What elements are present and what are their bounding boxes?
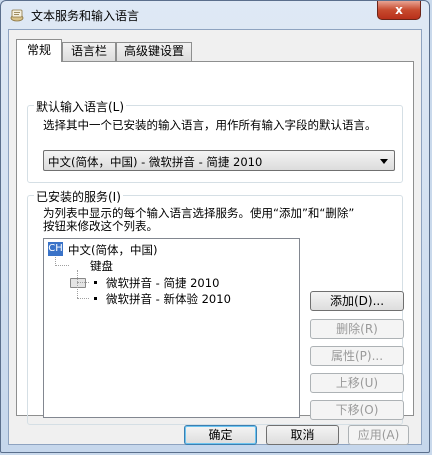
chevron-down-icon[interactable] xyxy=(380,159,388,164)
default-language-select[interactable]: 中文(简体，中国) - 微软拼音 - 简捷 2010 xyxy=(43,150,395,171)
ok-button[interactable]: 确定 xyxy=(184,425,257,445)
cancel-button[interactable]: 取消 xyxy=(266,425,339,445)
services-tree[interactable]: CH 中文(简体，中国) 键盘 微软拼音 - 简捷 2010 微软拼音 - 新体… xyxy=(43,238,300,418)
general-tab-panel: 默认输入语言(L) 选择其中一个已安装的输入语言，用作所有输入字段的默认语言。 … xyxy=(16,61,414,425)
tree-item-language[interactable]: CH 中文(简体，中国) xyxy=(44,239,294,259)
properties-button[interactable]: 属性(P)... xyxy=(310,346,404,366)
window-title: 文本服务和输入语言 xyxy=(31,9,140,23)
installed-services-label: 已安装的服务(I) xyxy=(34,188,123,205)
bullet-icon xyxy=(94,297,97,300)
tab-advanced-key-settings[interactable]: 高级键设置 xyxy=(116,42,192,61)
title-bar[interactable]: 文本服务和输入语言 x xyxy=(1,1,429,29)
tree-item-service[interactable]: 微软拼音 - 简捷 2010 xyxy=(44,275,294,291)
tab-general[interactable]: 常规 xyxy=(16,39,62,62)
default-language-group: 默认输入语言(L) xyxy=(27,98,403,183)
text-services-icon xyxy=(9,7,25,23)
tree-item-service-label: 微软拼音 - 新体验 2010 xyxy=(106,292,231,306)
add-button[interactable]: 添加(D)... xyxy=(310,291,404,311)
default-language-selected: 中文(简体，中国) - 微软拼音 - 简捷 2010 xyxy=(48,155,263,169)
tab-language-bar[interactable]: 语言栏 xyxy=(62,42,116,61)
close-icon: x xyxy=(395,3,403,17)
default-language-description: 选择其中一个已安装的输入语言，用作所有输入字段的默认语言。 xyxy=(43,118,377,132)
tree-item-language-label: 中文(简体，中国) xyxy=(68,243,158,257)
bullet-icon xyxy=(94,281,97,284)
tree-item-service[interactable]: 微软拼音 - 新体验 2010 xyxy=(44,291,294,307)
tree-item-category-label: 键盘 xyxy=(90,259,113,273)
close-button[interactable]: x xyxy=(377,1,421,20)
move-up-button[interactable]: 上移(U) xyxy=(310,373,404,393)
tree-item-service-label: 微软拼音 - 简捷 2010 xyxy=(106,276,220,290)
dialog-window: 文本服务和输入语言 x 常规 语言栏 高级键设置 默认输入语言(L) 选择其中一… xyxy=(0,0,430,453)
remove-button[interactable]: 删除(R) xyxy=(310,319,404,339)
dialog-client-area: 常规 语言栏 高级键设置 默认输入语言(L) 选择其中一个已安装的输入语言，用作… xyxy=(8,29,422,445)
language-badge: CH xyxy=(48,242,63,256)
move-down-button[interactable]: 下移(O) xyxy=(310,400,404,420)
tree-item-category[interactable]: 键盘 xyxy=(44,258,294,288)
installed-services-description-line2: 按钮来修改这个列表。 xyxy=(43,219,158,233)
apply-button[interactable]: 应用(A) xyxy=(348,425,409,445)
default-language-label: 默认输入语言(L) xyxy=(34,98,127,115)
